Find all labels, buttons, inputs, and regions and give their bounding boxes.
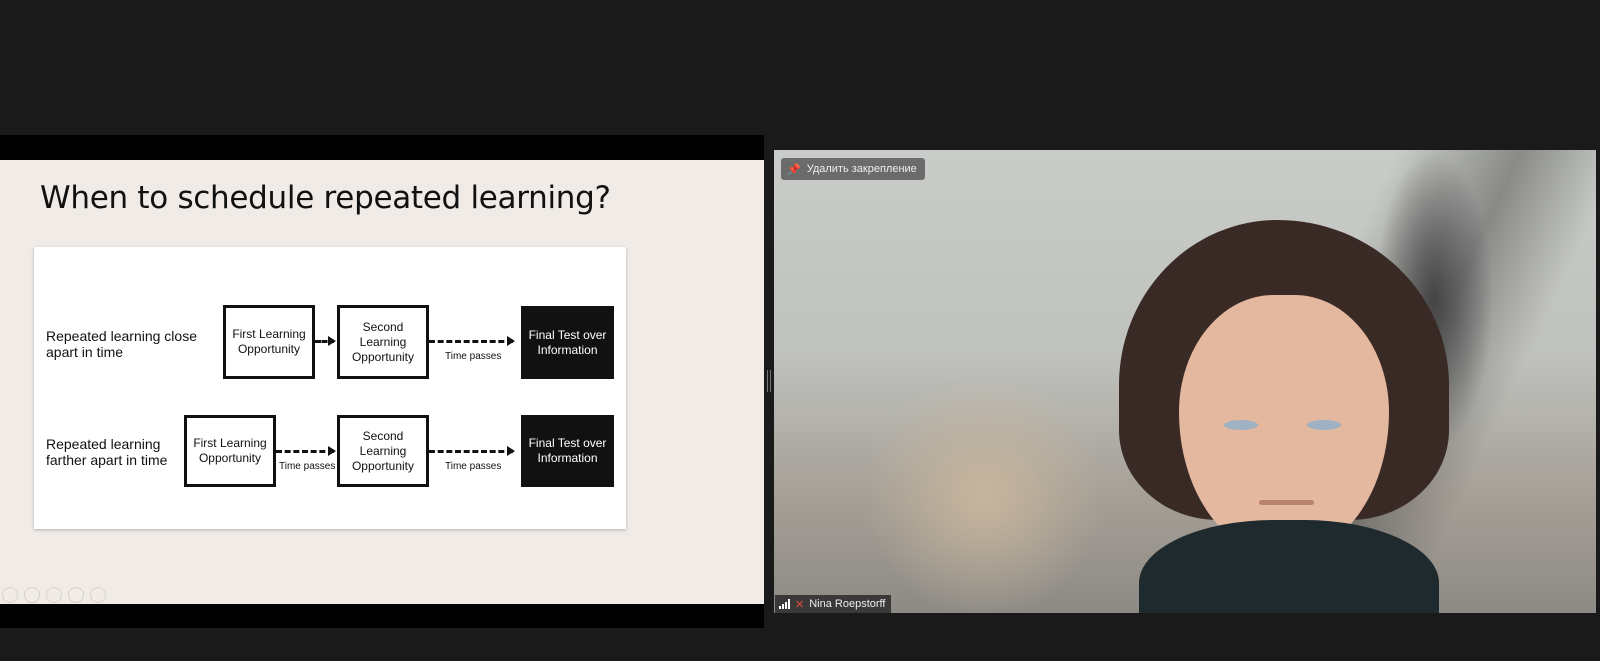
zoom-icon[interactable] — [68, 587, 84, 603]
row1-arrow-2 — [429, 336, 515, 346]
row1-second-opportunity-box: Second Learning Opportunity — [337, 305, 429, 379]
row2-first-opportunity-box: First Learning Opportunity — [184, 415, 276, 487]
row1-arrow-1 — [315, 336, 336, 346]
coat — [1139, 520, 1439, 613]
row2-label: Repeated learning farther apart in time — [46, 436, 167, 468]
background-blur-left — [854, 380, 1114, 610]
participant-image — [1119, 220, 1449, 613]
unpin-label: Удалить закрепление — [806, 163, 917, 175]
participant-name-badge: ✕ Nina Roepstorff — [775, 595, 892, 613]
slide-controls — [2, 587, 106, 603]
slides-grid-icon[interactable] — [46, 587, 62, 603]
right-eye — [1307, 420, 1341, 430]
presentation-slide: When to schedule repeated learning? Repe… — [0, 160, 764, 604]
row1-label: Repeated learning close apart in time — [46, 328, 197, 360]
row2-final-test-box: Final Test over Information — [521, 415, 614, 487]
row2-second-opportunity-box: Second Learning Opportunity — [337, 415, 429, 487]
row1-label-line2: apart in time — [46, 344, 124, 360]
pin-icon: 📌 — [787, 163, 801, 176]
split-resize-handle[interactable] — [767, 370, 771, 392]
row1-final-test-box: Final Test over Information — [521, 306, 614, 379]
row1-label-line1: Repeated learning close — [46, 328, 197, 344]
left-eye — [1224, 420, 1258, 430]
row2-time-passes-1: Time passes — [279, 461, 336, 472]
row2-time-passes-2: Time passes — [445, 461, 502, 472]
slide-title: When to schedule repeated learning? — [40, 180, 611, 216]
participant-name: Nina Roepstorff — [809, 598, 886, 610]
participant-video — [774, 150, 1596, 613]
pen-icon[interactable] — [24, 587, 40, 603]
unpin-button[interactable]: 📌 Удалить закрепление — [781, 158, 925, 180]
row1-time-passes: Time passes — [445, 351, 502, 362]
diagram: Repeated learning close apart in time Fi… — [34, 247, 626, 529]
row2-arrow-2 — [429, 446, 515, 456]
row2-arrow-1 — [276, 446, 336, 456]
play-icon[interactable] — [2, 587, 18, 603]
row2-label-line2: farther apart in time — [46, 452, 168, 468]
row2-label-line1: Repeated learning — [46, 436, 161, 452]
mouth — [1259, 500, 1314, 505]
more-icon[interactable] — [90, 587, 106, 603]
row1-first-opportunity-box: First Learning Opportunity — [223, 305, 315, 379]
signal-icon — [779, 599, 790, 609]
shared-screen: When to schedule repeated learning? Repe… — [0, 135, 764, 628]
mic-muted-icon: ✕ — [795, 598, 805, 611]
